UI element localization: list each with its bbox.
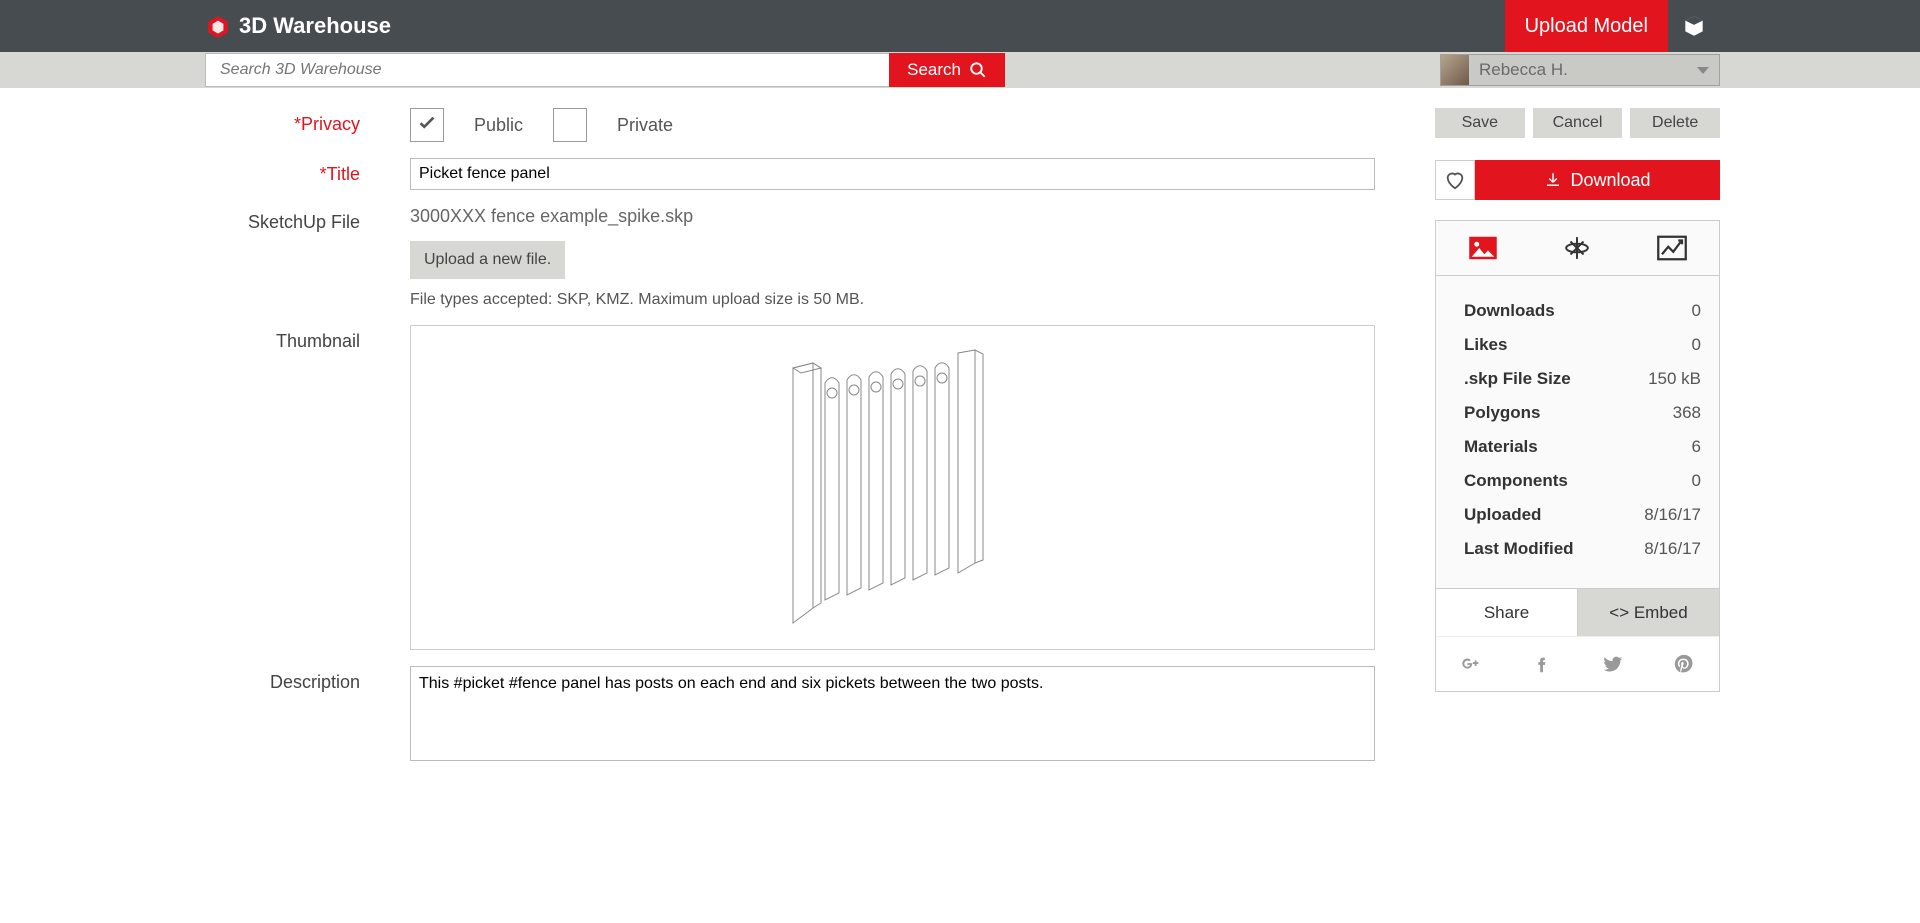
file-hint: File types accepted: SKP, KMZ. Maximum u… [410,291,1375,309]
share-pinterest[interactable] [1648,637,1719,691]
facebook-icon [1531,653,1553,675]
upload-file-button[interactable]: Upload a new file. [410,241,565,279]
private-label: Private [617,115,673,136]
info-tabs [1436,221,1719,276]
sketchup-file-label: SketchUp File [205,206,360,309]
side-column: Save Cancel Delete Download [1435,108,1720,782]
tab-share[interactable]: Share [1436,589,1577,636]
share-tabs: Share <> Embed [1436,588,1719,636]
user-menu[interactable]: Rebecca H. [1440,54,1720,86]
public-checkbox[interactable] [410,108,444,142]
stat-row: Components0 [1464,464,1701,498]
filename: 3000XXX fence example_spike.skp [410,206,1375,227]
description-textarea[interactable] [410,666,1375,761]
brand-text: 3D Warehouse [239,13,391,39]
check-icon [416,114,438,136]
title-label: *Title [205,158,360,190]
description-label: Description [205,666,360,766]
avatar [1441,55,1469,85]
stat-row: Likes0 [1464,328,1701,362]
heart-icon [1444,169,1466,191]
content: *Privacy Public Private *Title SketchUp … [0,88,1920,802]
privacy-label: *Privacy [205,108,360,142]
chevron-down-icon [1697,67,1709,74]
search-icon [969,61,987,79]
pinterest-icon [1673,653,1695,675]
upload-model-button[interactable]: Upload Model [1505,0,1668,52]
info-body: Downloads0 Likes0 .skp File Size150 kB P… [1436,276,1719,588]
brand[interactable]: 3D Warehouse [205,13,391,39]
tab-embed[interactable]: <> Embed [1577,589,1719,636]
title-input[interactable] [410,158,1375,190]
image-icon [1468,235,1498,261]
stat-row: Materials6 [1464,430,1701,464]
share-twitter[interactable] [1578,637,1649,691]
private-checkbox[interactable] [553,108,587,142]
fence-thumbnail-icon [763,338,1023,638]
form-column: *Privacy Public Private *Title SketchUp … [205,108,1375,782]
info-tab-stats[interactable] [1625,221,1719,275]
share-facebook[interactable] [1507,637,1578,691]
info-tab-image[interactable] [1436,221,1530,275]
save-button[interactable]: Save [1435,108,1525,138]
thumbnail-preview[interactable] [410,325,1375,650]
chart-icon [1657,235,1687,261]
searchbar-row: Search Rebecca H. [0,52,1920,88]
thumbnail-label: Thumbnail [205,325,360,650]
cancel-button[interactable]: Cancel [1533,108,1623,138]
delete-button[interactable]: Delete [1630,108,1720,138]
stat-row: Uploaded8/16/17 [1464,498,1701,532]
download-button[interactable]: Download [1475,160,1720,200]
like-button[interactable] [1435,160,1475,200]
info-tab-3d[interactable] [1530,221,1624,275]
topbar: 3D Warehouse Upload Model [0,0,1920,52]
stat-row: Last Modified8/16/17 [1464,532,1701,566]
user-name: Rebecca H. [1479,60,1687,80]
twitter-icon [1602,653,1624,675]
download-row: Download [1435,160,1720,200]
social-row [1436,636,1719,691]
rotate-3d-icon [1562,235,1592,261]
sketchup-app-icon[interactable] [1668,0,1720,52]
action-row: Save Cancel Delete [1435,108,1720,138]
public-label: Public [474,115,523,136]
search-button[interactable]: Search [889,53,1005,87]
search-input[interactable] [205,53,889,87]
stat-row: Downloads0 [1464,294,1701,328]
share-googleplus[interactable] [1436,637,1507,691]
download-icon [1544,171,1562,189]
search-wrap: Search [205,53,1005,87]
stat-row: Polygons368 [1464,396,1701,430]
googleplus-icon [1460,653,1482,675]
warehouse-logo-icon [205,13,231,39]
stat-row: .skp File Size150 kB [1464,362,1701,396]
info-card: Downloads0 Likes0 .skp File Size150 kB P… [1435,220,1720,692]
